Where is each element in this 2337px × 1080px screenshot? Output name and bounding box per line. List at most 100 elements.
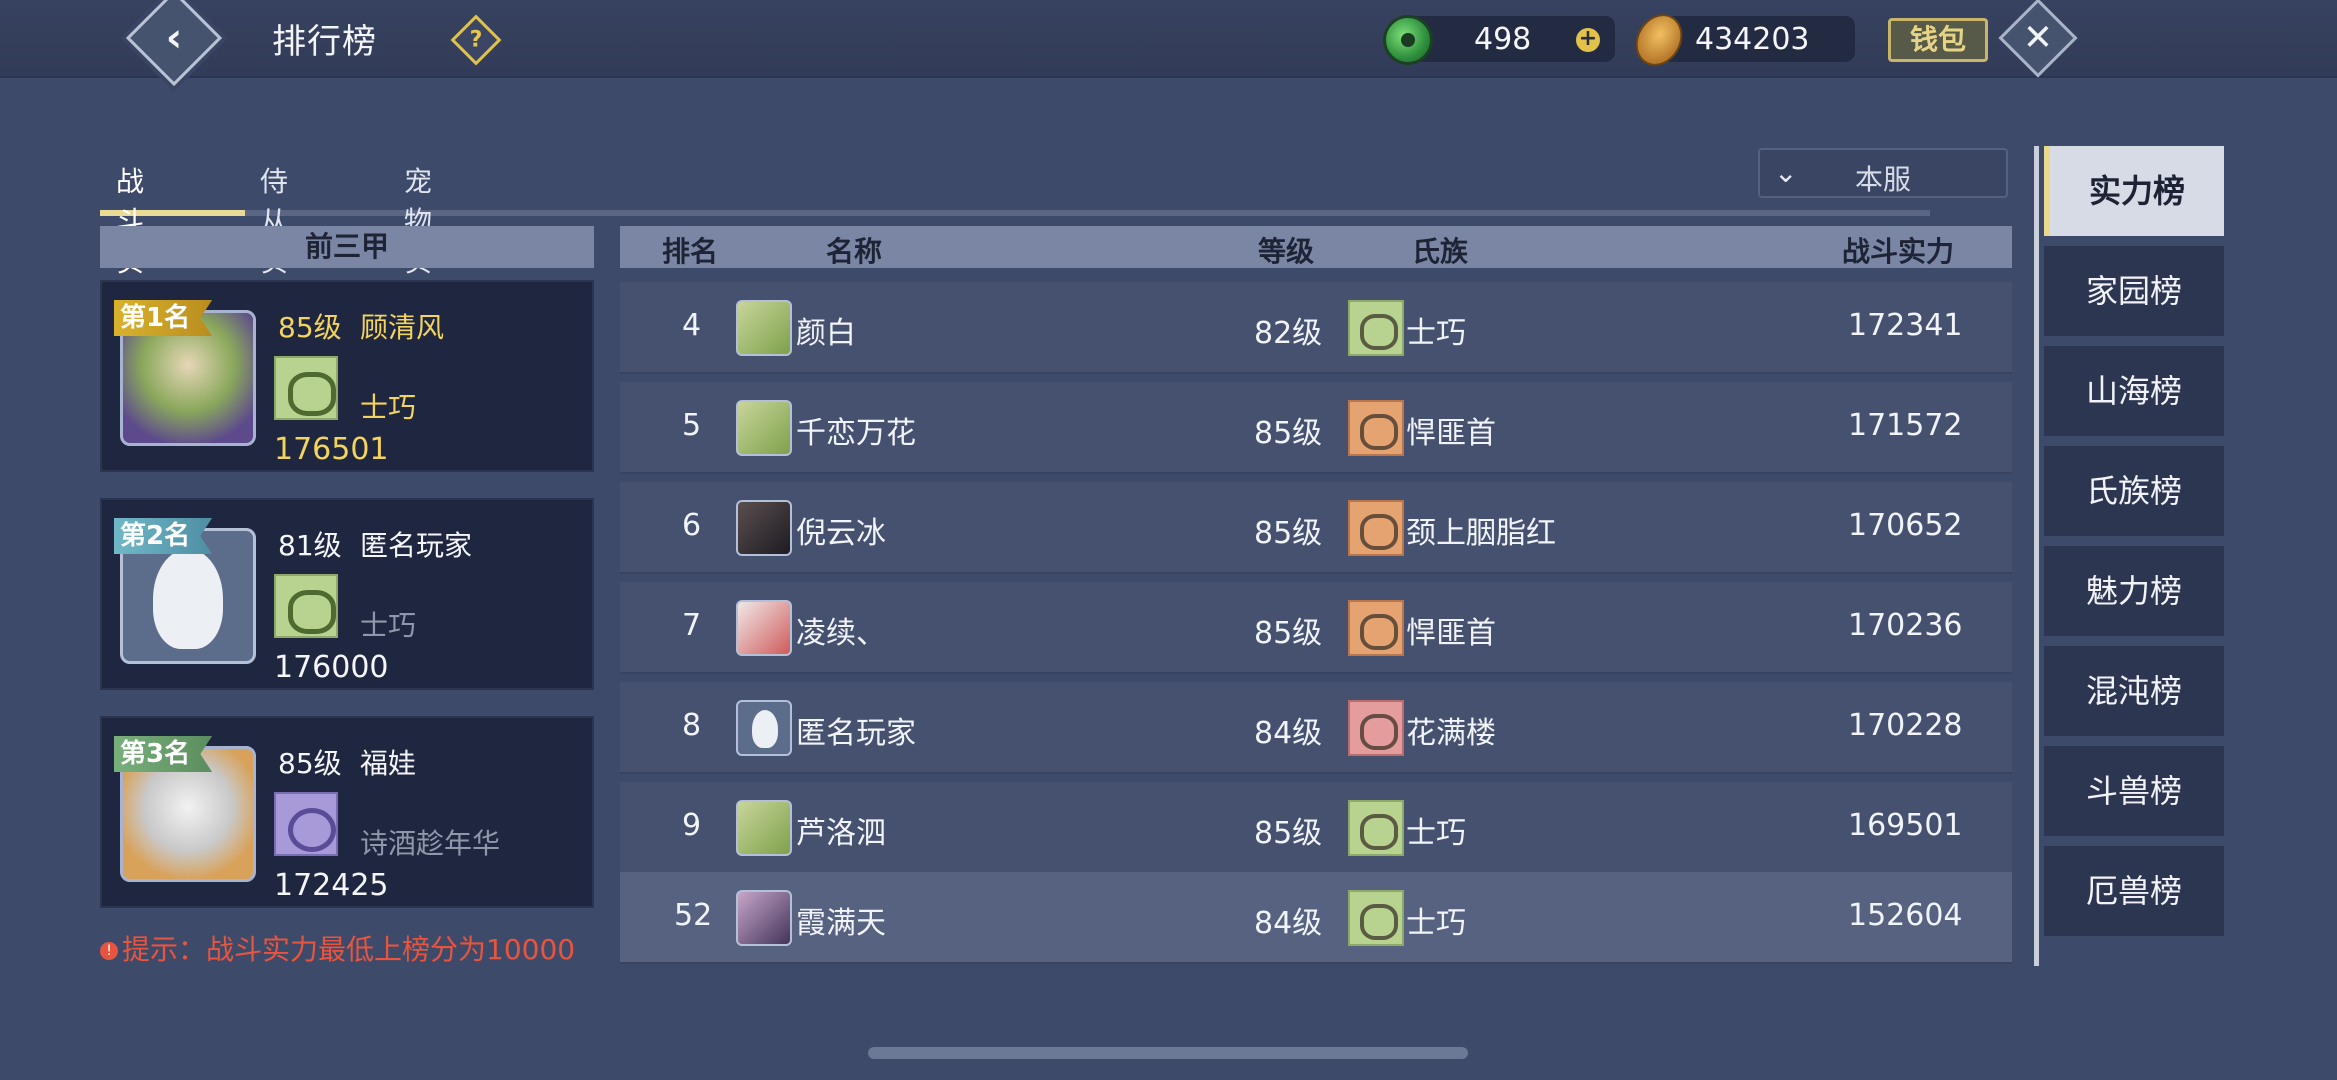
table-row[interactable]: 4 颜白 82级 士巧 172341	[620, 282, 2012, 374]
row-clan: 颈上胭脂红	[1406, 516, 1556, 551]
row-name: 芦洛泗	[796, 816, 886, 851]
row-clan: 悍匪首	[1406, 416, 1496, 451]
row-rank: 52	[674, 898, 713, 933]
col-rank: 排名	[662, 235, 719, 268]
card-power: 176000	[274, 650, 389, 685]
close-icon: ✕	[2022, 17, 2054, 59]
clan-emblem-icon	[1348, 800, 1404, 856]
server-filter-value: 本服	[1855, 163, 1912, 196]
avatar	[736, 500, 792, 556]
sidebar-rail	[2034, 146, 2039, 966]
sidebar-item-shanhai[interactable]: 山海榜	[2044, 346, 2224, 436]
row-clan: 士巧	[1406, 316, 1466, 351]
row-level: 84级	[1254, 906, 1323, 941]
avatar	[736, 700, 792, 756]
table-row[interactable]: 5 千恋万花 85级 悍匪首 171572	[620, 382, 2012, 474]
row-power: 169501	[1848, 808, 1963, 843]
card-clan: 士巧	[360, 391, 417, 424]
clan-emblem-icon	[1348, 400, 1404, 456]
row-level: 85级	[1254, 616, 1323, 651]
clan-emblem-icon	[1348, 700, 1404, 756]
avatar	[736, 600, 792, 656]
card-name: 匿名玩家	[360, 529, 473, 562]
help-icon: ?	[469, 27, 483, 53]
clan-emblem-icon	[1348, 600, 1404, 656]
row-power: 171572	[1848, 408, 1963, 443]
page-title: 排行榜	[272, 22, 377, 62]
row-power: 172341	[1848, 308, 1963, 343]
clan-emblem-icon	[274, 574, 338, 638]
sidebar-item-beast-fight[interactable]: 斗兽榜	[2044, 746, 2224, 836]
row-power: 170228	[1848, 708, 1963, 743]
rank-badge: 第1名	[114, 300, 213, 336]
rank-badge: 第3名	[114, 736, 213, 772]
row-power: 152604	[1848, 898, 1963, 933]
row-rank: 4	[682, 308, 702, 343]
server-filter-select[interactable]: ⌄ 本服	[1758, 148, 2008, 198]
table-row[interactable]: 8 匿名玩家 84级 花满楼 170228	[620, 682, 2012, 774]
avatar	[736, 890, 792, 946]
card-power: 176501	[274, 432, 389, 467]
card-clan: 士巧	[360, 609, 417, 642]
card-name: 福娃	[360, 747, 417, 780]
self-rank-row[interactable]: 52 霞满天 84级 士巧 152604	[620, 872, 2012, 964]
alert-icon: !	[100, 942, 118, 960]
row-rank: 6	[682, 508, 702, 543]
add-jade-button[interactable]: +	[1576, 28, 1600, 52]
clan-emblem-icon	[1348, 300, 1404, 356]
sidebar-item-power[interactable]: 实力榜	[2044, 146, 2224, 236]
card-clan: 诗酒趁年华	[360, 827, 501, 860]
sidebar-item-clan[interactable]: 氏族榜	[2044, 446, 2224, 536]
avatar	[736, 300, 792, 356]
tab-attendant-power[interactable]: 侍从实力	[260, 150, 288, 318]
tab-battle-power[interactable]: 战斗实力	[116, 150, 144, 318]
row-power: 170236	[1848, 608, 1963, 643]
row-power: 170652	[1848, 508, 1963, 543]
ranking-table-header: 排名 名称 等级 氏族 战斗实力	[620, 226, 2012, 268]
row-name: 千恋万花	[796, 416, 916, 451]
tab-pet-power[interactable]: 宠物实力	[404, 150, 432, 318]
clan-emblem-icon	[1348, 500, 1404, 556]
home-indicator-bar[interactable]	[868, 1047, 1468, 1059]
row-rank: 5	[682, 408, 702, 443]
wallet-button[interactable]: 钱包	[1888, 18, 1988, 62]
sidebar-item-chaos[interactable]: 混沌榜	[2044, 646, 2224, 736]
card-level: 85级	[278, 747, 342, 780]
top-card-3[interactable]: 第3名 85级 福娃 诗酒趁年华 172425	[100, 716, 594, 908]
seed-amount: 434203	[1695, 22, 1810, 57]
jade-icon	[1383, 15, 1433, 65]
table-row[interactable]: 9 芦洛泗 85级 士巧 169501	[620, 782, 2012, 874]
row-name: 凌续、	[796, 616, 886, 651]
row-name: 霞满天	[796, 906, 886, 941]
row-level: 84级	[1254, 716, 1323, 751]
sidebar-item-charm[interactable]: 魅力榜	[2044, 546, 2224, 636]
col-clan: 氏族	[1412, 235, 1469, 268]
row-name: 颜白	[796, 316, 856, 351]
row-clan: 花满楼	[1406, 716, 1496, 751]
clan-emblem-icon	[1348, 890, 1404, 946]
row-clan: 士巧	[1406, 906, 1466, 941]
top-card-1[interactable]: 第1名 85级 顾清风 士巧 176501	[100, 280, 594, 472]
row-rank: 9	[682, 808, 702, 843]
sidebar-item-home[interactable]: 家园榜	[2044, 246, 2224, 336]
table-row[interactable]: 7 凌续、 85级 悍匪首 170236	[620, 582, 2012, 674]
sidebar-item-calamity-beast[interactable]: 厄兽榜	[2044, 846, 2224, 936]
avatar	[736, 800, 792, 856]
table-row[interactable]: 6 倪云冰 85级 颈上胭脂红 170652	[620, 482, 2012, 574]
top-card-2[interactable]: 第2名 81级 匿名玩家 士巧 176000	[100, 498, 594, 690]
card-level: 85级	[278, 311, 342, 344]
jade-amount: 498	[1474, 22, 1532, 57]
row-clan: 悍匪首	[1406, 616, 1496, 651]
row-name: 倪云冰	[796, 516, 886, 551]
row-level: 82级	[1254, 316, 1323, 351]
col-level: 等级	[1258, 235, 1315, 268]
card-name: 顾清风	[360, 311, 445, 344]
row-level: 85级	[1254, 416, 1323, 451]
row-rank: 7	[682, 608, 702, 643]
min-score-hint: ! 提示：战斗实力最低上榜分为10000	[100, 928, 575, 968]
row-rank: 8	[682, 708, 702, 743]
row-level: 85级	[1254, 816, 1323, 851]
avatar	[736, 400, 792, 456]
row-clan: 士巧	[1406, 816, 1466, 851]
hint-text: 提示：战斗实力最低上榜分为10000	[122, 933, 576, 966]
